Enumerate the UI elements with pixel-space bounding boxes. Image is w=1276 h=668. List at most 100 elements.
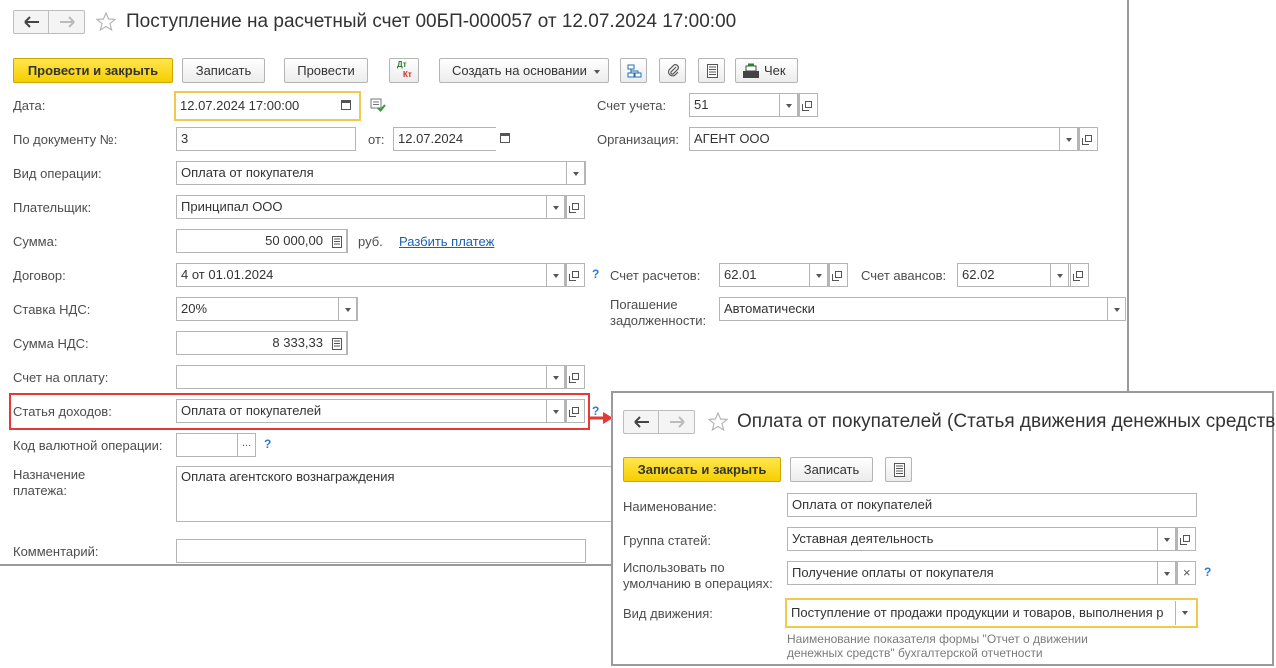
from-date-calendar-button[interactable] (496, 127, 515, 151)
advance-account-dropdown-button[interactable] (1050, 263, 1069, 287)
account-open-button[interactable] (799, 93, 818, 117)
chevron-down-icon (1182, 611, 1188, 615)
sub-list-button[interactable] (885, 457, 912, 482)
operation-type-dropdown-button[interactable] (566, 161, 585, 185)
debt-repayment-dropdown-button[interactable] (1107, 297, 1126, 321)
movement-type-label: Вид движения: (623, 606, 713, 621)
organization-open-button[interactable] (1079, 127, 1098, 151)
default-usage-clear-button[interactable]: × (1177, 561, 1196, 585)
vat-sum-input[interactable]: 8 333,33 (176, 331, 348, 355)
attach-button[interactable] (659, 58, 686, 83)
chevron-down-icon (1066, 138, 1072, 142)
invoice-dropdown-button[interactable] (546, 365, 565, 389)
payer-open-button[interactable] (566, 195, 585, 219)
contract-select[interactable]: 4 от 01.01.2024 (176, 263, 566, 287)
dt-kt-button[interactable]: Дт Кт (389, 58, 419, 83)
chevron-down-icon (1164, 572, 1170, 576)
document-check-icon[interactable] (370, 98, 386, 112)
calendar-icon (341, 100, 351, 110)
movement-type-dropdown-button[interactable] (1175, 601, 1194, 625)
chevron-down-icon (553, 410, 559, 414)
debt-repayment-label-line1: Погашение (610, 297, 678, 312)
vat-rate-dropdown-button[interactable] (338, 297, 357, 321)
sub-save-button[interactable]: Записать (790, 457, 873, 482)
currency-operation-input[interactable] (176, 433, 238, 457)
income-item-open-button[interactable] (566, 399, 585, 423)
payer-dropdown-button[interactable] (546, 195, 565, 219)
payment-purpose-textarea[interactable]: Оплата агентского вознаграждения (176, 466, 616, 522)
debt-repayment-select[interactable]: Автоматически (719, 297, 1119, 321)
currency-operation-help-icon[interactable]: ? (264, 437, 271, 451)
settlement-account-dropdown-button[interactable] (809, 263, 828, 287)
item-group-label: Группа статей: (623, 533, 711, 548)
date-input[interactable]: 12.07.2024 17:00:00 (174, 91, 361, 121)
vat-sum-label: Сумма НДС: (13, 336, 89, 351)
close-icon: × (1183, 565, 1191, 580)
invoice-open-button[interactable] (566, 365, 585, 389)
sub-forward-button[interactable] (659, 410, 695, 434)
payer-select[interactable]: Принципал ООО (176, 195, 566, 219)
open-window-icon (569, 407, 579, 417)
calendar-button[interactable] (337, 94, 356, 118)
arrow-left-icon (24, 16, 39, 28)
post-and-close-button[interactable]: Провести и закрыть (13, 58, 173, 83)
create-based-on-button[interactable]: Создать на основании (439, 58, 609, 83)
operation-type-select[interactable]: Оплата от покупателя (176, 161, 586, 185)
save-button[interactable]: Записать (182, 58, 265, 83)
contract-open-button[interactable] (566, 263, 585, 287)
vat-rate-label: Ставка НДС: (13, 302, 91, 317)
star-icon[interactable] (96, 12, 116, 32)
vat-rate-select[interactable]: 20% (176, 297, 358, 321)
organization-dropdown-button[interactable] (1059, 127, 1078, 151)
organization-select[interactable]: АГЕНТ ООО (689, 127, 1079, 151)
item-group-open-button[interactable] (1177, 527, 1196, 551)
item-group-select[interactable]: Уставная деятельность (787, 527, 1177, 551)
item-group-dropdown-button[interactable] (1157, 527, 1176, 551)
calculator-icon (332, 338, 342, 350)
save-and-close-button[interactable]: Записать и закрыть (623, 457, 781, 482)
create-based-on-label: Создать на основании (452, 63, 587, 78)
chevron-down-icon (573, 172, 579, 176)
income-item-dropdown-button[interactable] (546, 399, 565, 423)
split-payment-link[interactable]: Разбить платеж (399, 234, 494, 249)
sum-input[interactable]: 50 000,00 (176, 229, 348, 253)
currency-operation-choose-button[interactable]: ... (237, 433, 256, 457)
post-button[interactable]: Провести (284, 58, 368, 83)
debt-repayment-label-line2: задолженности: (610, 313, 707, 328)
arrow-right-icon (670, 416, 685, 428)
default-usage-dropdown-button[interactable] (1157, 561, 1176, 585)
default-usage-select[interactable]: Получение оплаты от покупателя (787, 561, 1177, 585)
name-input[interactable]: Оплата от покупателей (787, 493, 1197, 517)
paperclip-icon (667, 64, 679, 77)
account-dropdown-button[interactable] (779, 93, 798, 117)
open-window-icon (1180, 535, 1190, 545)
list-button[interactable] (698, 58, 725, 83)
receipt-button[interactable]: Чек (735, 58, 798, 83)
back-button[interactable] (13, 10, 49, 34)
open-window-icon (569, 373, 579, 383)
settlement-account-label: Счет расчетов: (610, 268, 701, 283)
document-number-input[interactable]: 3 (176, 127, 356, 151)
open-window-icon (1073, 271, 1083, 281)
sub-back-button[interactable] (623, 410, 659, 434)
star-icon[interactable] (708, 412, 728, 432)
open-window-icon (832, 271, 842, 281)
vat-calculator-button[interactable] (328, 331, 347, 355)
document-number-label: По документу №: (13, 132, 118, 147)
structure-button[interactable] (620, 58, 647, 83)
comment-input[interactable] (176, 539, 586, 563)
default-usage-label-line2: умолчанию в операциях: (623, 576, 773, 591)
contract-dropdown-button[interactable] (546, 263, 565, 287)
chevron-down-icon (1114, 308, 1120, 312)
calculator-button[interactable] (328, 229, 347, 253)
default-usage-help-icon[interactable]: ? (1204, 565, 1211, 579)
income-item-select[interactable]: Оплата от покупателей (176, 399, 566, 423)
invoice-label: Счет на оплату: (13, 370, 109, 385)
movement-type-select[interactable]: Поступление от продажи продукции и товар… (785, 598, 1198, 628)
advance-account-open-button[interactable] (1070, 263, 1089, 287)
contract-help-icon[interactable]: ? (592, 267, 599, 281)
from-date-label: от: (368, 132, 385, 147)
invoice-select[interactable] (176, 365, 566, 389)
forward-button[interactable] (49, 10, 85, 34)
settlement-account-open-button[interactable] (829, 263, 848, 287)
